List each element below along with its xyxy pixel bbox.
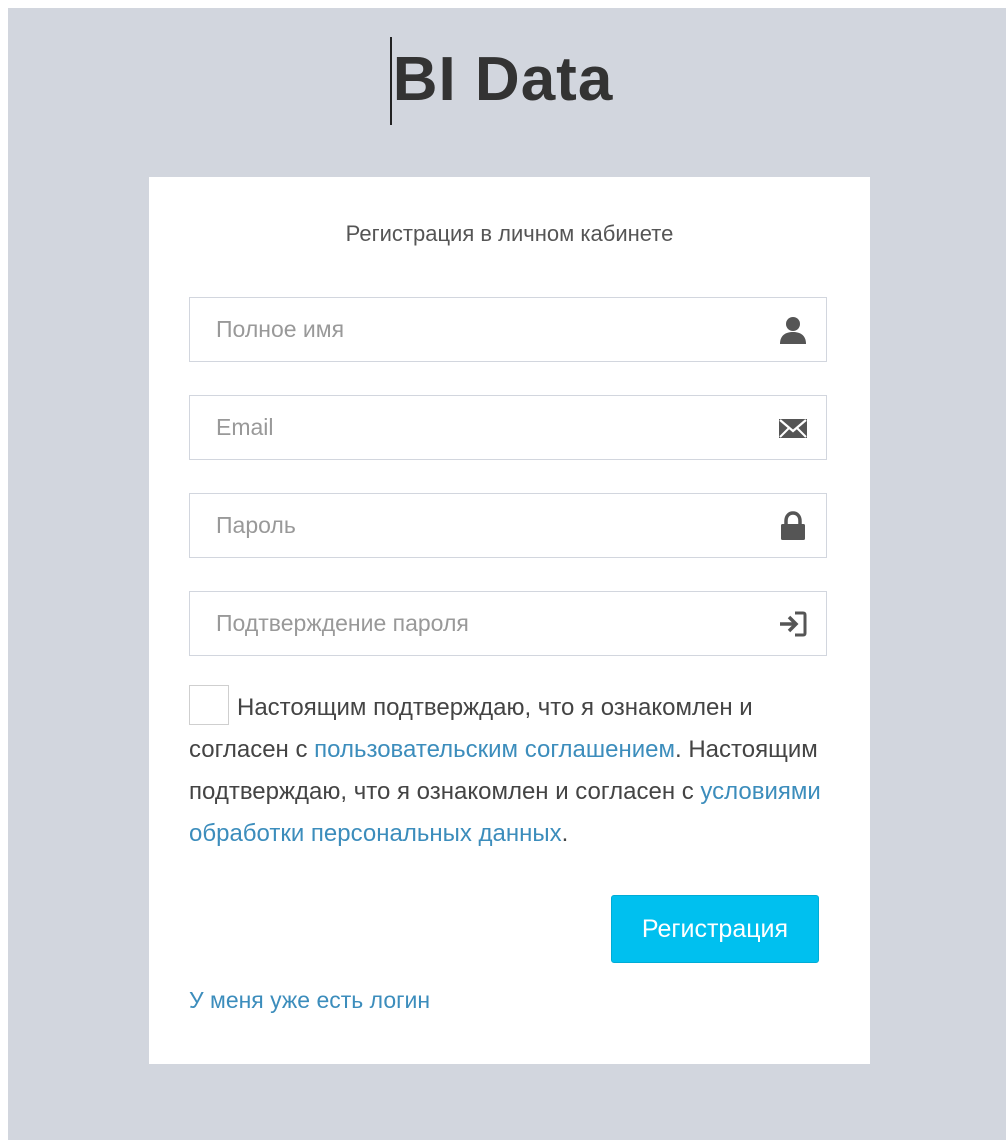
email-input[interactable]	[190, 396, 826, 459]
existing-login-link[interactable]: У меня уже есть логин	[189, 987, 430, 1014]
logo-text: BI Data	[392, 45, 614, 114]
full-name-input[interactable]	[190, 298, 826, 361]
confirm-password-input[interactable]	[190, 592, 826, 655]
lock-icon	[778, 511, 808, 541]
user-agreement-link[interactable]: пользовательским соглашением	[314, 736, 675, 763]
agreement-checkbox[interactable]	[189, 684, 229, 725]
agreement-block: Настоящим подтверждаю, что я ознакомлен …	[189, 684, 829, 855]
register-button[interactable]: Регистрация	[611, 895, 819, 963]
register-box: Регистрация в личном кабинете Полное имя…	[149, 177, 870, 1064]
log-in-icon	[778, 609, 808, 639]
text-caret	[389, 37, 392, 125]
email-field[interactable]	[189, 395, 827, 460]
logo[interactable]: BI Data	[0, 37, 1006, 125]
password-input[interactable]	[190, 494, 826, 557]
agreement-text-3: .	[561, 820, 569, 847]
full-name-field[interactable]	[189, 297, 827, 362]
confirm-password-field[interactable]	[189, 591, 827, 656]
password-field[interactable]	[189, 493, 827, 558]
envelope-icon	[778, 413, 808, 443]
user-icon	[778, 315, 808, 345]
form-title: Регистрация в личном кабинете	[345, 221, 674, 246]
